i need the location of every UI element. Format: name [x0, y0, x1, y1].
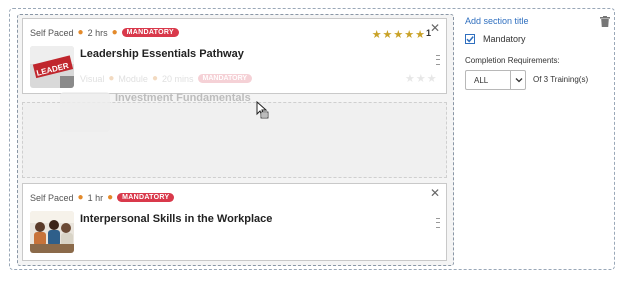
mandatory-label: Mandatory	[483, 34, 526, 44]
course-thumbnail: LEADER	[30, 46, 74, 88]
ghost-type: Module	[118, 73, 148, 84]
training-card[interactable]: Self Paced ● 1 hr ● MANDATORY ✕ Interper…	[22, 183, 447, 261]
of-trainings-text: Of 3 Training(s)	[533, 75, 589, 84]
rating-stars: ★★★★★	[371, 29, 426, 41]
select-divider	[510, 71, 511, 89]
dragged-training-title[interactable]: Investment Fundamentals	[115, 92, 251, 104]
add-section-title-link[interactable]: Add section title	[465, 16, 529, 26]
duration-label: 2 hrs	[87, 27, 108, 38]
close-icon[interactable]: ✕	[430, 186, 440, 200]
pace-label: Self Paced	[30, 27, 74, 38]
ghost-thumbnail	[60, 92, 110, 132]
completion-requirement-select[interactable]: ALL	[465, 70, 526, 90]
training-meta: Self Paced ● 1 hr ● MANDATORY	[30, 192, 175, 203]
mandatory-checkbox[interactable]	[465, 34, 475, 44]
ghost-mandatory-badge: MANDATORY	[197, 74, 253, 83]
ghost-meta: Visual ● Module ● 20 mins MANDATORY	[80, 73, 253, 84]
separator-dot: ●	[77, 192, 84, 203]
training-meta: Self Paced ● 2 hrs ● MANDATORY	[30, 27, 179, 38]
chevron-down-icon[interactable]	[515, 76, 523, 86]
ghost-pace: Visual	[80, 73, 105, 84]
ghost-rating-stars: ★★★	[405, 73, 438, 85]
completion-requirements-label: Completion Requirements:	[465, 56, 560, 65]
move-cursor-icon	[256, 100, 270, 124]
separator-dot: ●	[111, 27, 118, 38]
training-title[interactable]: Interpersonal Skills in the Workplace	[80, 213, 272, 225]
separator-dot: ●	[77, 27, 84, 38]
drag-handle-icon[interactable]	[436, 218, 440, 228]
ghost-duration: 20 mins	[161, 73, 194, 84]
course-thumbnail	[30, 211, 74, 253]
separator-dot: ●	[108, 73, 115, 84]
drag-handle-icon[interactable]	[436, 55, 440, 65]
separator-dot: ●	[107, 192, 114, 203]
trash-icon[interactable]	[600, 14, 610, 32]
separator-dot: ●	[151, 73, 158, 84]
training-title[interactable]: Leadership Essentials Pathway	[80, 48, 244, 60]
duration-label: 1 hr	[87, 192, 104, 203]
select-value: ALL	[474, 76, 489, 85]
mandatory-badge: MANDATORY	[121, 28, 179, 37]
mandatory-badge: MANDATORY	[117, 193, 175, 202]
mandatory-row: Mandatory	[465, 34, 526, 44]
pace-label: Self Paced	[30, 192, 74, 203]
close-icon[interactable]: ✕	[430, 21, 440, 35]
